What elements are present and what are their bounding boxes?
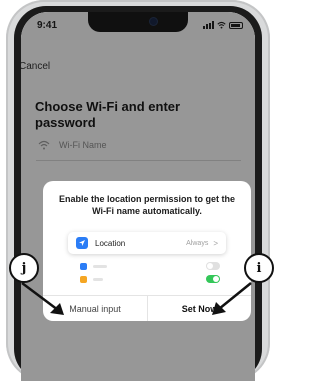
annotation-marker-j: j: [9, 253, 39, 283]
placeholder-bar: [93, 277, 103, 281]
location-label: Location: [95, 238, 126, 248]
toggle-off-icon: [206, 262, 220, 270]
preview-setting-row: [80, 261, 220, 271]
toggle-on-icon: [206, 275, 220, 283]
location-arrow-icon: [76, 237, 88, 249]
annotation-marker-i: i: [244, 253, 274, 283]
set-now-button[interactable]: Set Now: [148, 296, 251, 321]
location-value: Always: [186, 239, 209, 247]
app-icon: [80, 262, 87, 270]
chevron-right-icon: >: [213, 238, 218, 248]
location-permission-dialog: Enable the location permission to get th…: [43, 181, 251, 321]
dialog-message: Enable the location permission to get th…: [58, 194, 236, 216]
app-icon: [80, 275, 87, 283]
placeholder-bar: [93, 264, 107, 268]
location-setting-row: Location Always >: [68, 232, 226, 254]
preview-setting-row: [80, 274, 220, 284]
manual-input-button[interactable]: Manual input: [43, 296, 147, 321]
settings-preview: Location Always >: [68, 232, 226, 287]
